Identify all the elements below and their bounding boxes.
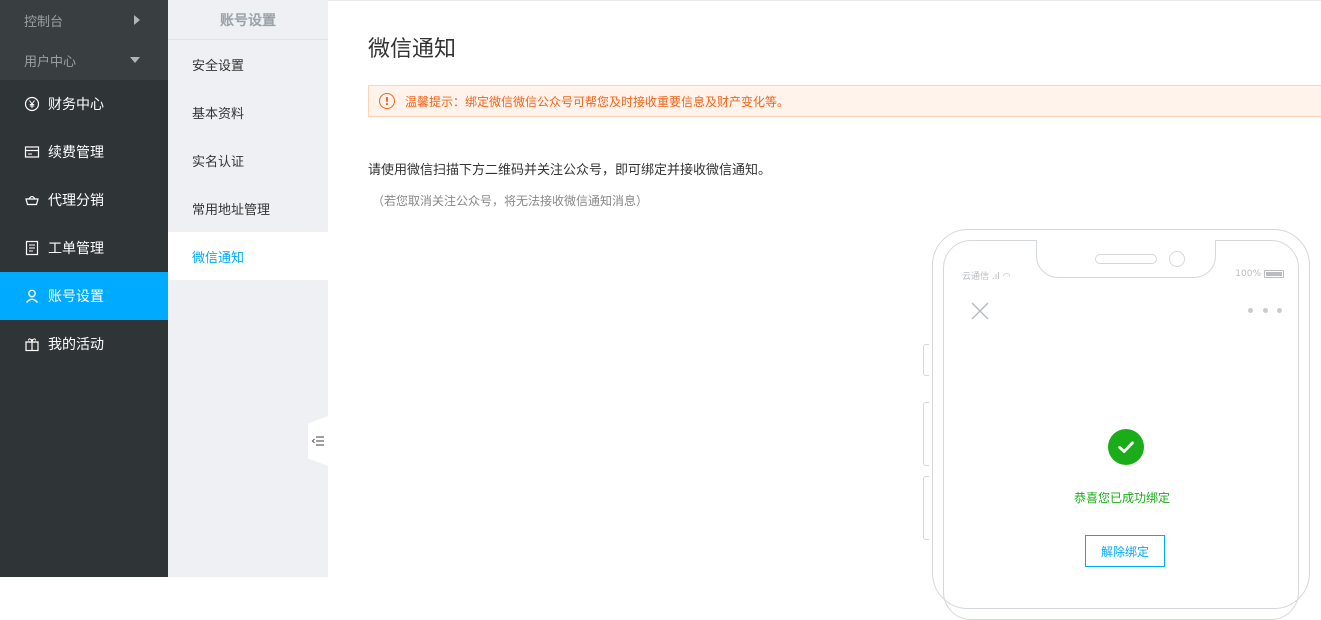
sidebar-item-label: 账号设置: [48, 289, 104, 305]
bind-success-text: 恭喜您已成功绑定: [1073, 491, 1170, 505]
sidebar-item-label: 我的活动: [48, 337, 104, 353]
subnav-item-addresses[interactable]: 常用地址管理: [168, 184, 328, 232]
renew-card-icon: [24, 144, 40, 160]
page-title: 微信通知: [368, 37, 457, 62]
sidebar-item-agent[interactable]: 代理分销: [0, 176, 168, 224]
sidebar-item-console[interactable]: 控制台: [0, 0, 168, 40]
unbind-button[interactable]: 解除绑定: [1085, 535, 1165, 567]
battery-text: 100%: [1235, 269, 1261, 279]
main-content: 微信通知 ! 温馨提示：绑定微信微信公众号可帮您及时接收重要信息及财产变化等。 …: [328, 0, 1321, 620]
ticket-list-icon: [24, 240, 40, 256]
main-sidebar: 控制台 用户中心 财务中心 续费管理 代理分销 工单管理 账号设置 我的活动: [0, 0, 168, 577]
sidebar-item-label: 财务中心: [48, 97, 104, 113]
collapse-subnav-button[interactable]: [308, 416, 328, 466]
sidebar-item-label: 续费管理: [48, 145, 104, 161]
success-check-icon: [1108, 429, 1144, 465]
close-icon[interactable]: [970, 301, 990, 321]
phone-side-button: [923, 402, 929, 466]
phone-status-battery: 100%: [1235, 269, 1284, 279]
subnav-title: 账号设置: [168, 0, 328, 40]
warning-icon: !: [379, 93, 395, 109]
sidebar-item-account-settings[interactable]: 账号设置: [0, 272, 168, 320]
sidebar-item-label: 工单管理: [48, 241, 104, 257]
phone-screen: 云通信 .ıl ◠ 100% 恭喜您已成功绑定 解除绑定: [943, 240, 1299, 620]
caret-down-icon: [130, 57, 140, 63]
sidebar-item-label: 用户中心: [24, 54, 77, 70]
subnav-item-basic-info[interactable]: 基本资料: [168, 88, 328, 136]
gift-icon: [24, 336, 40, 352]
notice-text: 温馨提示：绑定微信微信公众号可帮您及时接收重要信息及财产变化等。: [405, 94, 790, 109]
account-settings-subnav: 账号设置 安全设置 基本资料 实名认证 常用地址管理 微信通知: [168, 0, 328, 577]
phone-side-button: [923, 344, 929, 376]
phone-speaker: [1095, 254, 1157, 264]
sidebar-item-finance[interactable]: 财务中心: [0, 80, 168, 128]
sidebar-item-renewal[interactable]: 续费管理: [0, 128, 168, 176]
bind-note: （若您取消关注公众号，将无法接收微信通知消息）: [372, 194, 649, 208]
sidebar-item-label: 控制台: [24, 14, 64, 30]
sidebar-item-activities[interactable]: 我的活动: [0, 320, 168, 368]
phone-notch: [1036, 240, 1216, 278]
phone-status-carrier: 云通信 .ıl ◠: [962, 269, 1010, 282]
notice-banner: ! 温馨提示：绑定微信微信公众号可帮您及时接收重要信息及财产变化等。: [368, 85, 1321, 117]
more-icon[interactable]: [1248, 305, 1282, 315]
yen-circle-icon: [24, 96, 40, 112]
sidebar-item-tickets[interactable]: 工单管理: [0, 224, 168, 272]
subnav-item-security[interactable]: 安全设置: [168, 40, 328, 88]
sidebar-item-label: 代理分销: [48, 193, 104, 209]
caret-right-icon: [134, 15, 140, 25]
phone-camera: [1169, 251, 1185, 267]
bind-instructions: 请使用微信扫描下方二维码并关注公众号，即可绑定并接收微信通知。: [368, 163, 772, 178]
carrier-text: 云通信: [962, 272, 990, 282]
phone-side-button: [923, 476, 929, 540]
sidebar-item-user-center[interactable]: 用户中心: [0, 40, 168, 80]
phone-mockup: 云通信 .ıl ◠ 100% 恭喜您已成功绑定 解除绑定: [923, 229, 1310, 620]
user-icon: [24, 288, 40, 304]
signal-icon: .ıl ◠: [991, 272, 1011, 282]
basket-icon: [24, 192, 40, 208]
battery-icon: [1264, 270, 1284, 278]
subnav-item-real-name[interactable]: 实名认证: [168, 136, 328, 184]
subnav-item-wechat-notify[interactable]: 微信通知: [168, 232, 328, 280]
indent-icon: [311, 436, 324, 446]
